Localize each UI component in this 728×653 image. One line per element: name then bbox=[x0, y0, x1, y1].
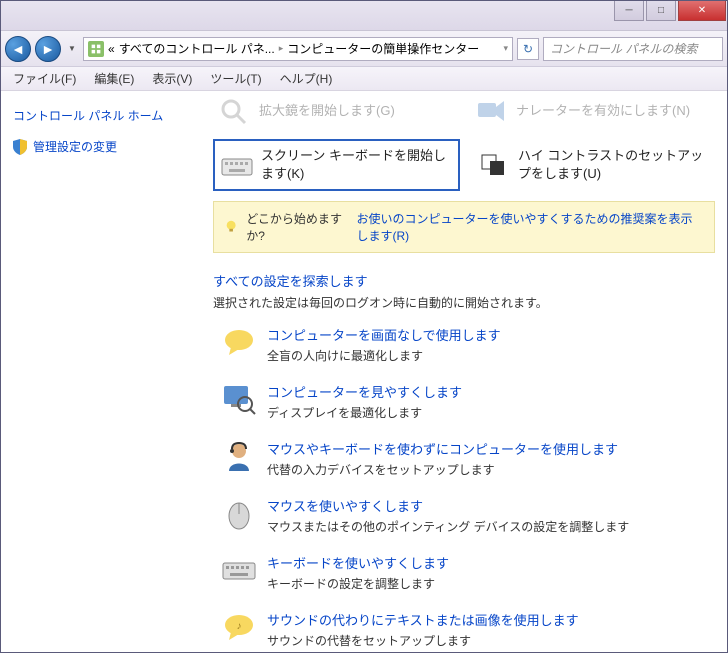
search-input[interactable]: コントロール パネルの検索 bbox=[543, 37, 723, 61]
opt-display[interactable]: コンピューターを見やすくします ディスプレイを最適化します bbox=[213, 382, 715, 421]
opt-mouse[interactable]: マウスを使いやすくします マウスまたはその他のポインティング デバイスの設定を調… bbox=[213, 496, 715, 535]
back-button[interactable]: ◄ bbox=[5, 36, 31, 62]
quick-narrator-label: ナレーターを有効にします(N) bbox=[516, 102, 690, 120]
opt-sound-title: サウンドの代わりにテキストまたは画像を使用します bbox=[267, 610, 579, 629]
opt-sound-desc: サウンドの代替をセットアップします bbox=[267, 632, 579, 649]
menu-bar: ファイル(F) 編集(E) 表示(V) ツール(T) ヘルプ(H) bbox=[1, 67, 727, 91]
minimize-button[interactable]: ─ bbox=[614, 1, 644, 21]
opt-mouse-title: マウスを使いやすくします bbox=[267, 496, 629, 515]
opt-blind-title: コンピューターを画面なしで使用します bbox=[267, 325, 501, 344]
opt-altinput-desc: 代替の入力デバイスをセットアップします bbox=[267, 461, 618, 478]
quick-magnifier[interactable]: 拡大鏡を開始します(G) bbox=[213, 91, 458, 131]
lightbulb-icon bbox=[224, 219, 238, 235]
menu-tools[interactable]: ツール(T) bbox=[202, 68, 269, 89]
opt-mouse-desc: マウスまたはその他のポインティング デバイスの設定を調整します bbox=[267, 518, 629, 535]
address-dropdown-icon[interactable]: ▾ bbox=[503, 43, 508, 54]
sidebar-admin-label: 管理設定の変更 bbox=[33, 138, 117, 155]
breadcrumb-separator-icon: ▸ bbox=[279, 43, 284, 54]
opt-display-title: コンピューターを見やすくします bbox=[267, 382, 462, 401]
magnifier-icon bbox=[219, 97, 251, 125]
maximize-button[interactable]: □ bbox=[646, 1, 676, 21]
keyboard-icon bbox=[221, 151, 253, 179]
breadcrumb-ease-of-access[interactable]: コンピューターの簡単操作センター bbox=[287, 40, 479, 57]
content-body: コントロール パネル ホーム 管理設定の変更 拡大鏡を開始します(G) bbox=[1, 91, 727, 652]
opt-keyboard-desc: キーボードの設定を調整します bbox=[267, 575, 449, 592]
contrast-icon bbox=[478, 151, 510, 179]
quick-high-contrast[interactable]: ハイ コントラストのセットアップをします(U) bbox=[472, 139, 715, 191]
hint-bar: どこから始めますか? お使いのコンピューターを使いやすくするための推奨案を表示し… bbox=[213, 201, 715, 253]
opt-keyboard[interactable]: キーボードを使いやすくします キーボードの設定を調整します bbox=[213, 553, 715, 592]
nav-history-dropdown[interactable]: ▼ bbox=[65, 36, 79, 62]
quick-row-2: スクリーン キーボードを開始します(K) ハイ コントラストのセットアップをしま… bbox=[213, 139, 715, 191]
main-content: 拡大鏡を開始します(G) ナレーターを有効にします(N) スクリーン キーボード… bbox=[201, 91, 727, 652]
sound-bubble-icon: ♪ bbox=[221, 610, 257, 646]
quick-osk-label: スクリーン キーボードを開始します(K) bbox=[261, 147, 452, 183]
menu-view[interactable]: 表示(V) bbox=[144, 68, 200, 89]
menu-help[interactable]: ヘルプ(H) bbox=[272, 68, 341, 89]
sidebar-control-panel-home[interactable]: コントロール パネル ホーム bbox=[13, 107, 189, 124]
refresh-button[interactable]: ↻ bbox=[517, 38, 539, 60]
close-button[interactable]: ✕ bbox=[678, 1, 726, 21]
opt-display-desc: ディスプレイを最適化します bbox=[267, 404, 462, 421]
sidebar-admin-settings[interactable]: 管理設定の変更 bbox=[13, 138, 189, 155]
nav-toolbar: ◄ ► ▼ « すべてのコントロール パネ... ▸ コンピューターの簡単操作セ… bbox=[1, 31, 727, 67]
quick-narrator[interactable]: ナレーターを有効にします(N) bbox=[470, 91, 715, 131]
address-prefix: « bbox=[108, 42, 115, 56]
quick-row-1: 拡大鏡を開始します(G) ナレーターを有効にします(N) bbox=[213, 91, 715, 131]
opt-sound-alt[interactable]: ♪ サウンドの代わりにテキストまたは画像を使用します サウンドの代替をセットアッ… bbox=[213, 610, 715, 649]
forward-button[interactable]: ► bbox=[35, 36, 61, 62]
quick-contrast-label: ハイ コントラストのセットアップをします(U) bbox=[518, 147, 709, 183]
hint-recommendations-link[interactable]: お使いのコンピューターを使いやすくするための推奨案を表示します(R) bbox=[357, 210, 704, 244]
narrator-icon bbox=[476, 97, 508, 125]
keyboard-opt-icon bbox=[221, 553, 257, 589]
quick-onscreen-keyboard[interactable]: スクリーン キーボードを開始します(K) bbox=[213, 139, 460, 191]
opt-keyboard-title: キーボードを使いやすくします bbox=[267, 553, 449, 572]
svg-text:♪: ♪ bbox=[237, 621, 242, 632]
breadcrumb-all-control-panel[interactable]: すべてのコントロール パネ... bbox=[119, 40, 275, 57]
opt-blind-desc: 全盲の人向けに最適化します bbox=[267, 347, 501, 364]
explore-settings-sub: 選択された設定は毎回のログオン時に自動的に開始されます。 bbox=[213, 294, 715, 311]
address-bar[interactable]: « すべてのコントロール パネ... ▸ コンピューターの簡単操作センター ▾ bbox=[83, 37, 513, 61]
shield-icon bbox=[13, 139, 27, 155]
control-panel-icon bbox=[88, 41, 104, 57]
monitor-magnify-icon bbox=[221, 382, 257, 418]
opt-altinput-title: マウスやキーボードを使わずにコンピューターを使用します bbox=[267, 439, 618, 458]
speech-bubble-icon bbox=[221, 325, 257, 361]
quick-magnifier-label: 拡大鏡を開始します(G) bbox=[259, 102, 395, 120]
person-headset-icon bbox=[221, 439, 257, 475]
window: ─ □ ✕ ◄ ► ▼ « すべてのコントロール パネ... ▸ コンピューター… bbox=[0, 0, 728, 653]
titlebar: ─ □ ✕ bbox=[1, 1, 727, 31]
hint-question: どこから始めますか? bbox=[246, 210, 348, 244]
menu-file[interactable]: ファイル(F) bbox=[5, 68, 84, 89]
opt-no-mouse-keyboard[interactable]: マウスやキーボードを使わずにコンピューターを使用します 代替の入力デバイスをセッ… bbox=[213, 439, 715, 478]
opt-blind[interactable]: コンピューターを画面なしで使用します 全盲の人向けに最適化します bbox=[213, 325, 715, 364]
mouse-icon bbox=[221, 496, 257, 532]
explore-settings-title: すべての設定を探索します bbox=[213, 271, 715, 290]
menu-edit[interactable]: 編集(E) bbox=[86, 68, 142, 89]
sidebar: コントロール パネル ホーム 管理設定の変更 bbox=[1, 91, 201, 652]
